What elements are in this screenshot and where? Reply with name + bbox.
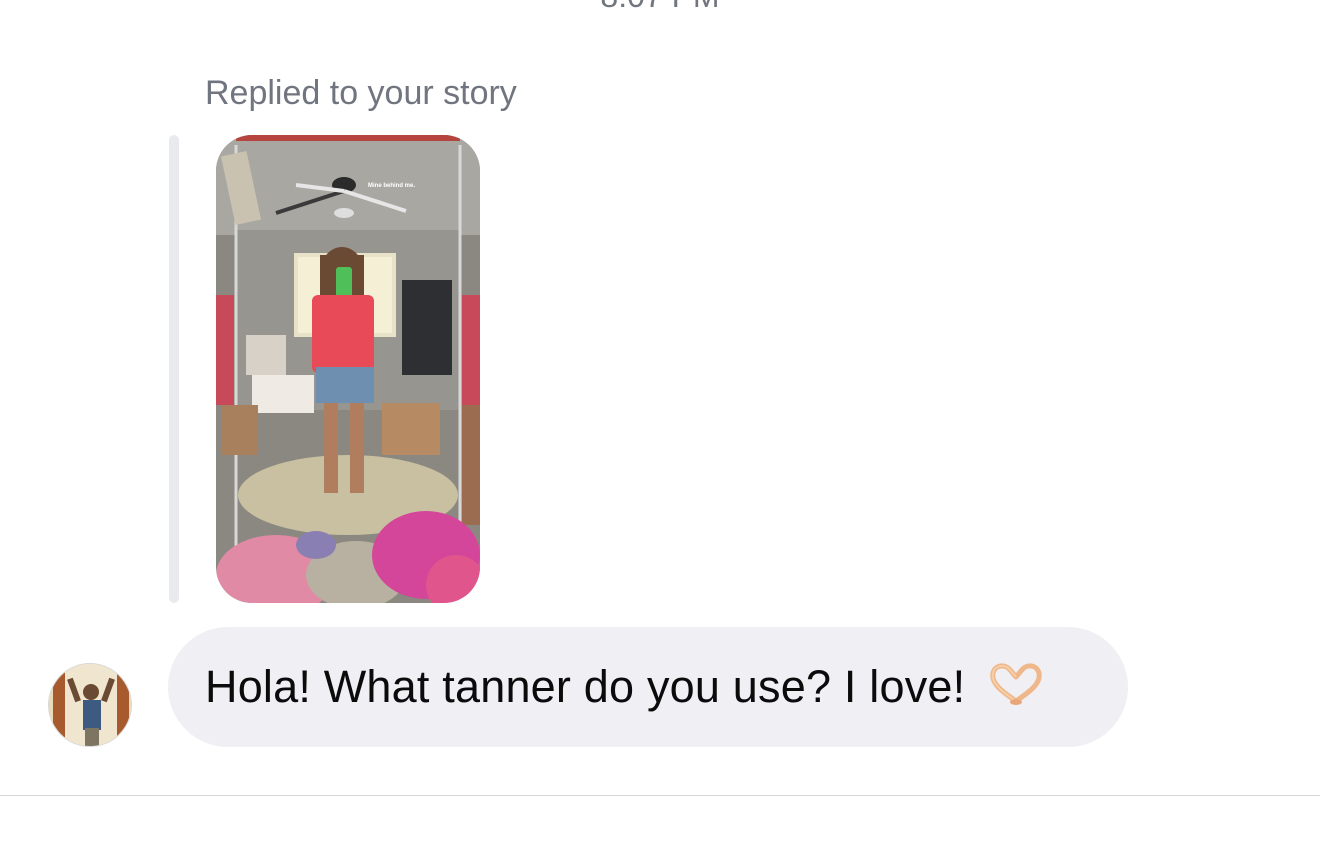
story-thumbnail[interactable]: Mine behind me. bbox=[216, 135, 480, 603]
heart-hands-icon bbox=[987, 661, 1045, 705]
story-overlay-text: Mine behind me. bbox=[368, 183, 416, 189]
reply-caption: Replied to your story bbox=[205, 74, 517, 112]
story-image bbox=[216, 135, 480, 603]
message-timestamp: 8:07 PM bbox=[0, 0, 1320, 15]
message-bubble[interactable]: Hola! What tanner do you use? I love! bbox=[168, 627, 1128, 747]
dm-thread: 8:07 PM Replied to your story bbox=[0, 0, 1320, 845]
reply-quote-bar bbox=[169, 135, 179, 603]
message-text: Hola! What tanner do you use? I love! bbox=[205, 661, 966, 712]
avatar-image bbox=[49, 664, 131, 746]
sender-avatar[interactable] bbox=[48, 663, 132, 747]
composer-divider bbox=[0, 795, 1320, 796]
